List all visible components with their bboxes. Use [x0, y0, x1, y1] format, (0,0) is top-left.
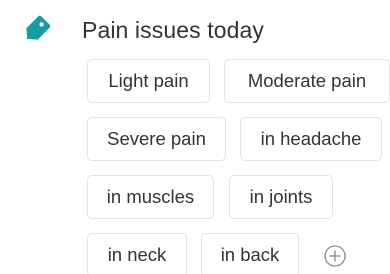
- chip-in-back[interactable]: in back: [201, 233, 299, 274]
- chip-severe-pain[interactable]: Severe pain: [87, 117, 226, 161]
- chip-moderate-pain[interactable]: Moderate pain: [224, 59, 390, 103]
- chip-in-neck[interactable]: in neck: [87, 233, 187, 274]
- chip-in-joints[interactable]: in joints: [229, 175, 333, 219]
- section-title: Pain issues today: [82, 17, 264, 43]
- plus-circle-icon[interactable]: [323, 244, 347, 268]
- pain-issues-panel: Pain issues today Light pain Moderate pa…: [0, 0, 390, 274]
- tag-icon: [26, 15, 51, 40]
- chip-in-headache[interactable]: in headache: [240, 117, 382, 161]
- chip-in-muscles[interactable]: in muscles: [87, 175, 214, 219]
- chip-light-pain[interactable]: Light pain: [87, 59, 210, 103]
